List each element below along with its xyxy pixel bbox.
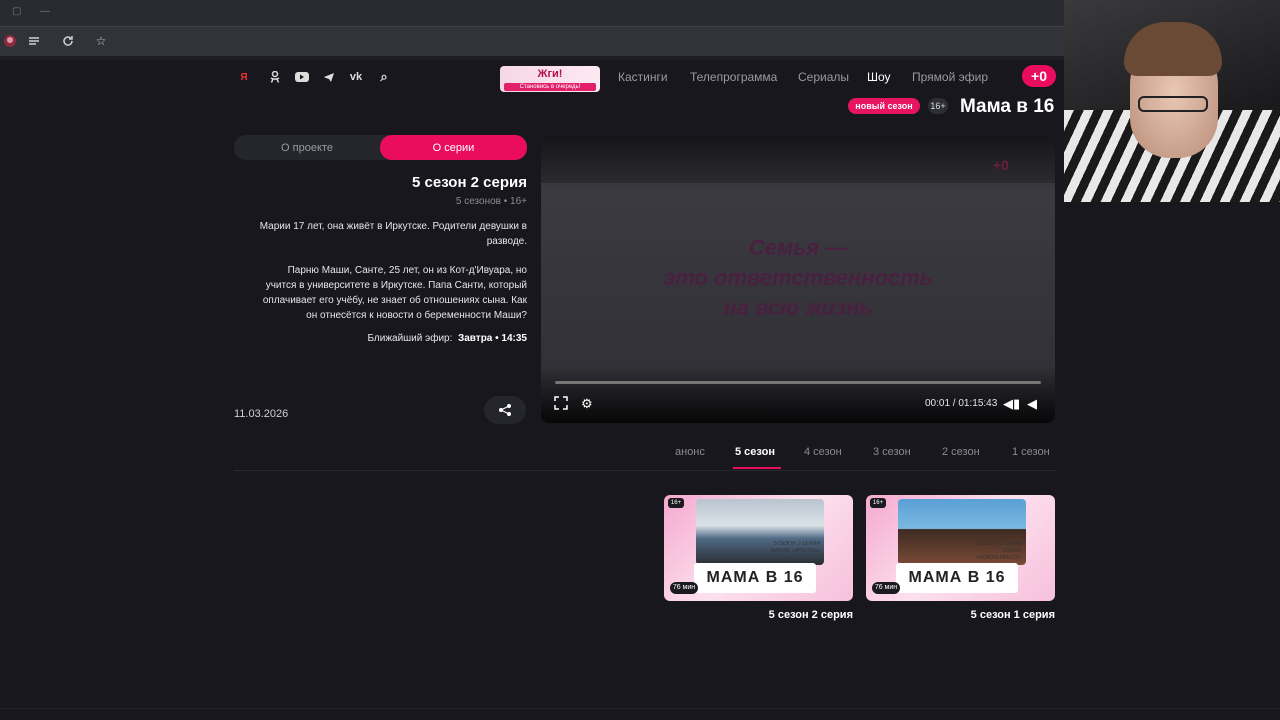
search-icon[interactable]: ⌕ — [376, 69, 392, 85]
nav-shows[interactable]: Шоу — [867, 70, 891, 84]
banner-title: Жги! — [537, 68, 563, 80]
show-title: Мама в 16 — [960, 96, 1055, 117]
video-player[interactable]: +0 Семья — это ответственность на всю жи… — [541, 135, 1055, 423]
new-season-badge: новый сезон — [848, 98, 920, 114]
thumbnail-caption: 5 СЕЗОН, 2 СЕРИЯ МАРИЯ, «ИРКУТСК» — [770, 541, 820, 554]
season-tab-announce[interactable]: анонс — [675, 446, 705, 458]
channel-watermark: +0 — [993, 157, 1009, 173]
site-logo[interactable]: +0 — [1022, 65, 1056, 87]
player-top-shade — [541, 135, 1055, 183]
banner-subtitle: Становись в очередь! — [504, 83, 596, 91]
restore-window-icon[interactable]: ▢ — [12, 6, 21, 17]
next-airing: Ближайший эфир: Завтра • 14:35 — [300, 333, 527, 344]
season-divider — [234, 470, 1055, 471]
next-airing-label: Ближайший эфир: — [367, 333, 453, 344]
card-age-badge: 16+ — [668, 498, 684, 508]
ok-icon[interactable] — [267, 69, 283, 85]
nav-series[interactable]: Сериалы — [798, 70, 849, 84]
footer-divider — [0, 708, 1280, 709]
telegram-icon[interactable] — [321, 69, 337, 85]
video-frame-text: Семья — это ответственность на всю жизнь — [601, 233, 995, 323]
next-airing-value: Завтра • 14:35 — [457, 333, 527, 344]
toolbar-divider — [0, 56, 1064, 60]
season-tab-underline — [733, 467, 781, 469]
description-line: оплачивает его учёбу, не знает об отноше… — [262, 295, 527, 306]
card-age-badge: 16+ — [870, 498, 886, 508]
nav-live[interactable]: Прямой эфир — [912, 70, 988, 84]
age-rating-badge: 16+ — [928, 98, 948, 114]
thumbnail-title: МАМА В 16 — [896, 563, 1018, 593]
description-line: Парню Маши, Санте, 25 лет, он из Кот-д'И… — [287, 265, 527, 276]
webcam-overlay — [1064, 0, 1280, 202]
description-line: Марии 17 лет, она живёт в Иркутске. Роди… — [259, 221, 527, 232]
yandex-icon[interactable]: Я — [236, 69, 252, 85]
promo-banner[interactable]: Жги! Становись в очередь! — [500, 66, 600, 92]
tab-about-episode[interactable]: О серии — [380, 135, 527, 160]
air-date: 11.03.2026 — [234, 408, 289, 420]
video-text-line: это ответственность — [663, 265, 933, 290]
episode-card[interactable]: 5 СЕЗОН, 2 СЕРИЯ МАРИЯ, «ИРКУТСК» МАМА В… — [664, 495, 853, 601]
season-tab[interactable]: 2 сезон — [942, 446, 980, 458]
description-line: он отнесётся к новости о беременности Ма… — [306, 310, 527, 321]
season-tab[interactable]: 3 сезон — [873, 446, 911, 458]
player-controls — [541, 365, 1055, 423]
share-icon — [499, 404, 511, 416]
info-tabs: О серии О проекте — [234, 135, 527, 160]
time-display: 00:01 / 01:15:43 — [925, 398, 998, 409]
webcam-hair — [1124, 22, 1222, 76]
minimize-window-icon[interactable]: — — [40, 6, 50, 17]
progress-bar[interactable] — [555, 381, 1041, 384]
avatar-icon[interactable] — [2, 33, 18, 49]
season-tab[interactable]: 1 сезон — [1012, 446, 1050, 458]
youtube-icon[interactable] — [294, 69, 310, 85]
season-tab-active[interactable]: 5 сезон — [735, 446, 775, 458]
season-tab[interactable]: 4 сезон — [804, 446, 842, 458]
thumbnail-title: МАМА В 16 — [694, 563, 816, 593]
description-line: разводе. — [486, 236, 527, 247]
nav-tv-guide[interactable]: Телепрограмма — [690, 70, 777, 84]
episode-meta: 5 сезонов • 16+ — [455, 196, 527, 207]
vk-icon[interactable]: vk — [348, 69, 364, 85]
webcam-glasses — [1138, 96, 1208, 112]
episode-card[interactable]: 5 СЕЗОН, 1 СЕРИЯ СОФЬЯ, «НОВОЧЕРКАССК» М… — [866, 495, 1055, 601]
play-icon[interactable]: ◀ — [1027, 396, 1037, 412]
episode-card-title[interactable]: 5 сезон 1 серия — [866, 609, 1055, 621]
episode-thumbnail — [696, 499, 824, 565]
settings-icon[interactable]: ⚙ — [581, 396, 593, 412]
video-text-line: Семья — — [748, 235, 848, 260]
reload-icon[interactable] — [60, 33, 76, 49]
card-duration: 76 мин — [872, 582, 900, 594]
description-line: учится в университете в Иркутске. Папа С… — [265, 280, 527, 291]
episode-card-title[interactable]: 5 сезон 2 серия — [664, 609, 853, 621]
thumbnail-caption: 5 СЕЗОН, 1 СЕРИЯ СОФЬЯ, «НОВОЧЕРКАССК» — [975, 541, 1022, 561]
episode-title: 5 сезон 2 серия — [412, 174, 527, 191]
nav-castings[interactable]: Кастинги — [618, 70, 668, 84]
share-button[interactable] — [484, 396, 526, 424]
list-icon[interactable] — [26, 33, 42, 49]
video-text-line: на всю жизнь — [723, 295, 873, 320]
browser-toolbar: ☆ — [0, 26, 1064, 56]
card-duration: 76 мин — [670, 582, 698, 594]
volume-icon[interactable]: ◀▮ — [1003, 396, 1020, 412]
tab-about-project[interactable]: О проекте — [234, 135, 380, 160]
fullscreen-icon[interactable] — [554, 396, 568, 413]
star-icon[interactable]: ☆ — [93, 33, 109, 49]
browser-titlebar: ▢ — — [0, 0, 1064, 26]
